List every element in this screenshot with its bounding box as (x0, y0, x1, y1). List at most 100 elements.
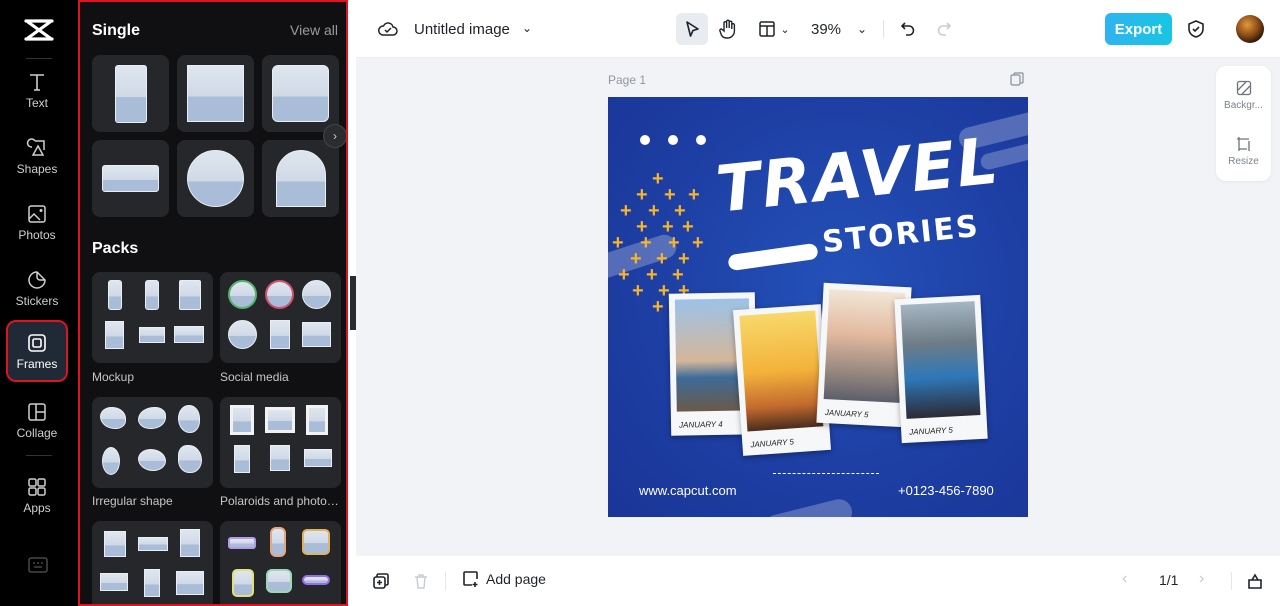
document-title[interactable]: Untitled image (414, 21, 510, 38)
top-bar: Untitled image ⌄ ⌄ 39% ⌄ Export (356, 0, 1280, 58)
plus-decor: + (648, 200, 660, 222)
frame-item-rounded-square[interactable] (262, 55, 339, 132)
bottom-divider (445, 572, 446, 590)
rail-item-collage[interactable]: Collage (8, 390, 66, 450)
apps-icon (28, 477, 46, 496)
plus-decor: + (652, 296, 664, 318)
friends-photo (823, 289, 906, 403)
prev-page-button[interactable]: ‹ (1122, 570, 1127, 588)
pack-torn-paper[interactable] (92, 521, 213, 604)
plus-decor: + (612, 232, 624, 254)
rail-item-label: Frames (16, 356, 58, 371)
background-button[interactable]: Backgr... (1216, 80, 1271, 111)
plus-decor: + (646, 264, 658, 286)
plus-decor: + (620, 200, 632, 222)
pack-label: Social media (220, 370, 289, 384)
background-label: Backgr... (1224, 100, 1263, 111)
rail-item-frames[interactable]: Frames (6, 320, 68, 382)
plus-decor: + (688, 184, 700, 206)
redo-button[interactable] (934, 13, 954, 45)
capcut-logo-icon[interactable] (22, 16, 56, 44)
bottom-bar: Add page ‹ 1/1 › (356, 556, 1280, 606)
layout-menu-button[interactable]: ⌄ (754, 13, 794, 45)
photo-card[interactable]: JANUARY 5 (894, 294, 988, 444)
frame-item-portrait[interactable] (92, 55, 169, 132)
scroll-right-button[interactable]: › (323, 124, 346, 148)
photo-caption: JANUARY 5 (824, 408, 869, 420)
add-page-button[interactable]: Add page (462, 570, 546, 588)
pack-polaroids[interactable] (220, 397, 341, 488)
frame-item-circle[interactable] (177, 140, 254, 217)
collage-icon (28, 402, 46, 421)
undo-icon (900, 22, 915, 36)
hand-icon (719, 19, 736, 39)
pack-label: Mockup (92, 370, 135, 384)
undo-button[interactable] (898, 13, 918, 45)
resize-button[interactable]: Resize (1216, 136, 1271, 167)
photo-caption: JANUARY 4 (678, 419, 723, 430)
rail-item-stickers[interactable]: Stickers (8, 258, 66, 318)
rail-item-apps[interactable]: Apps (8, 465, 66, 525)
website-text[interactable]: www.capcut.com (639, 483, 737, 498)
frame-item-square[interactable] (177, 55, 254, 132)
next-page-button[interactable]: › (1199, 570, 1204, 588)
design-subtitle[interactable]: STORIES (821, 209, 982, 260)
guitar-photo (900, 301, 981, 419)
pack-mockup[interactable] (92, 272, 213, 363)
trash-icon[interactable] (412, 572, 430, 590)
plus-decor: + (632, 280, 644, 302)
pointer-icon (686, 21, 699, 37)
rail-item-text[interactable]: Text (8, 60, 66, 120)
chevron-right-icon: › (333, 129, 337, 143)
shield-check-icon[interactable] (1186, 19, 1206, 39)
rail-item-shapes[interactable]: Shapes (8, 126, 66, 186)
photo-caption: JANUARY 5 (750, 437, 795, 450)
plus-decor: + (692, 232, 704, 254)
phone-text[interactable]: +0123-456-7890 (898, 483, 994, 498)
user-avatar[interactable] (1236, 15, 1264, 43)
plus-decor: + (640, 232, 652, 254)
page-duplicate-icon[interactable] (1010, 72, 1024, 86)
title-dropdown-chevron-icon[interactable]: ⌄ (522, 21, 532, 35)
photo-caption: JANUARY 5 (909, 425, 954, 437)
keyboard-shortcuts-icon[interactable] (28, 557, 48, 573)
pack-social-media[interactable] (220, 272, 341, 363)
rail-divider (26, 455, 52, 456)
page-label: Page 1 (608, 73, 647, 87)
view-all-link[interactable]: View all (290, 22, 338, 38)
zoom-level[interactable]: 39% (811, 21, 841, 38)
decor-dots (640, 135, 706, 145)
hand-tool-button[interactable] (716, 13, 740, 45)
design-canvas[interactable]: + + + + + + + + + + + + + + + + + + + + + + + + TRAVEL STORIES … (608, 97, 1028, 517)
pack-irregular-shape[interactable] (92, 397, 213, 488)
capcut-editor: Text Shapes Photos Stickers Frames Colla… (0, 0, 1280, 606)
redo-icon (937, 22, 952, 36)
export-button[interactable]: Export (1105, 13, 1172, 45)
section-title-packs: Packs (92, 240, 139, 257)
cloud-saved-icon[interactable] (378, 20, 398, 38)
rail-item-label: Stickers (15, 293, 59, 308)
rail-item-photos[interactable]: Photos (8, 192, 66, 252)
zoom-dropdown-chevron-icon[interactable]: ⌄ (854, 13, 870, 45)
duplicate-page-icon[interactable] (372, 572, 390, 590)
plus-decor: + (652, 168, 664, 190)
shapes-icon (26, 137, 45, 156)
page-manager-icon[interactable] (1246, 572, 1264, 590)
section-title-single: Single (92, 22, 141, 39)
frame-item-arch[interactable] (262, 140, 339, 217)
rail-item-label: Photos (18, 227, 56, 242)
rail-divider (26, 58, 52, 59)
select-tool-button[interactable] (676, 13, 708, 45)
add-page-label: Add page (486, 571, 546, 587)
toolbar-divider (883, 20, 884, 38)
rail-item-label: Apps (23, 500, 51, 515)
plus-decor: + (656, 248, 668, 270)
canvas-area: Page 1 + + + + + + + + + + + + + + + + + + + + + + + + TRAVEL S… (356, 58, 1280, 556)
photo-card[interactable]: JANUARY 5 (733, 304, 831, 456)
plus-decor: + (630, 248, 642, 270)
sunset-photo (739, 310, 824, 432)
pack-speech-bubbles[interactable] (220, 521, 341, 604)
photo-icon (28, 204, 46, 223)
frame-item-landscape[interactable] (92, 140, 169, 217)
rail-item-label: Collage (16, 425, 58, 440)
